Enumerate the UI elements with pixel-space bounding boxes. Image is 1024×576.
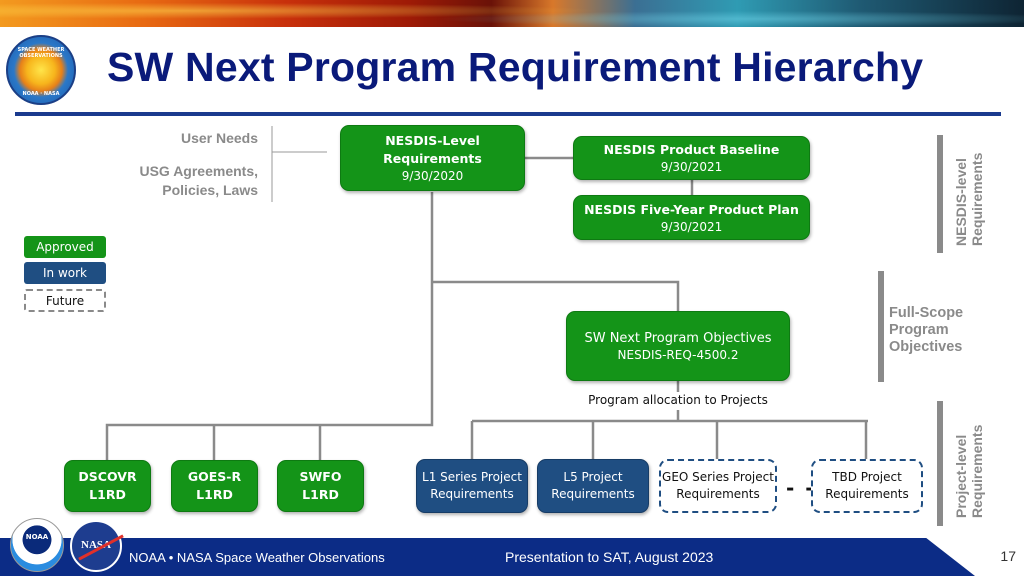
nesdis-level-requirements-node[interactable]: NESDIS-Level Requirements 9/30/2020	[340, 125, 525, 191]
goes-r-l1rd-node[interactable]: GOES-R L1RD	[171, 460, 258, 512]
nesdis-to-objectives-line	[432, 280, 680, 312]
footer-presentation: Presentation to SAT, August 2023	[505, 549, 714, 565]
geo-series-project-requirements-node[interactable]: GEO Series Project Requirements	[659, 459, 777, 513]
program-allocation-label: Program allocation to Projects	[588, 393, 768, 407]
node-title-line-1: GOES-R	[187, 469, 242, 484]
tbd-project-requirements-node[interactable]: TBD Project Requirements	[811, 459, 923, 513]
tier-label-line-1: Full-Scope	[889, 305, 964, 321]
nesdis-tier-bar	[937, 135, 943, 253]
nesdis-to-missions-line	[105, 192, 434, 461]
nasa-logo: NASA	[70, 520, 122, 572]
node-date: 9/30/2020	[401, 169, 464, 183]
node-title-line-2: Requirements	[430, 487, 514, 501]
node-title-line-2: Requirements	[551, 487, 635, 501]
noaa-logo-text: NOAA	[25, 533, 49, 541]
legend-approved: Approved	[24, 236, 106, 258]
tier-label-line-2: Program	[889, 322, 949, 338]
nesdis-product-baseline-node[interactable]: NESDIS Product Baseline 9/30/2021	[573, 136, 810, 180]
node-title-line-1: DSCOVR	[78, 469, 137, 484]
legend-future: Future	[24, 289, 106, 312]
node-date: 9/30/2021	[660, 219, 723, 234]
footer-organization: NOAA • NASA Space Weather Observations	[129, 550, 385, 565]
dscovr-l1rd-node[interactable]: DSCOVR L1RD	[64, 460, 151, 512]
node-title-line-1: SWFO	[299, 469, 342, 484]
node-title-line-1: TBD Project	[832, 470, 902, 484]
full-scope-tier-label: Full-Scope Program Objectives	[889, 305, 963, 356]
node-reference: NESDIS-REQ-4500.2	[617, 347, 739, 362]
node-title-line-2: L1RD	[302, 487, 339, 502]
swfo-l1rd-node[interactable]: SWFO L1RD	[277, 460, 364, 512]
project-tier-bar	[937, 401, 943, 526]
tier-label-line-2: Requirements	[969, 152, 985, 246]
node-title-line-2: L1RD	[196, 487, 233, 502]
l1-series-project-requirements-node[interactable]: L1 Series Project Requirements	[416, 459, 528, 513]
node-title: SW Next Program Objectives	[584, 330, 772, 346]
node-title-line-2: L1RD	[89, 487, 126, 502]
nasa-logo-text: NASA	[81, 539, 111, 551]
node-title-line-2: Requirements	[676, 487, 760, 501]
slide-footer: NOAA • NASA Space Weather Observations P…	[0, 538, 1024, 576]
nesdis-five-year-plan-node[interactable]: NESDIS Five-Year Product Plan 9/30/2021	[573, 195, 810, 240]
node-title-line-2: Requirements	[383, 151, 482, 166]
legend-in-work: In work	[24, 262, 106, 284]
node-title-line-1: NESDIS-Level	[385, 133, 480, 148]
node-title: NESDIS Five-Year Product Plan	[584, 201, 799, 217]
noaa-logo: NOAA	[10, 518, 64, 572]
page-number: 17	[1000, 548, 1016, 564]
sw-next-program-objectives-node[interactable]: SW Next Program Objectives NESDIS-REQ-45…	[566, 311, 790, 381]
node-title: NESDIS Product Baseline	[603, 142, 780, 157]
full-scope-tier-bar	[878, 271, 884, 382]
node-title-line-2: Requirements	[825, 487, 909, 501]
project-tier-label: Project-level Requirements	[953, 425, 985, 518]
tier-label-line-2: Requirements	[969, 424, 985, 518]
node-title-line-1: L5 Project	[563, 470, 623, 484]
nesdis-tier-label: NESDIS-level Requirements	[953, 153, 985, 246]
l5-project-requirements-node[interactable]: L5 Project Requirements	[537, 459, 649, 513]
tier-label-line-3: Objectives	[889, 339, 963, 355]
node-date: 9/30/2021	[660, 160, 723, 174]
tier-label-line-1: NESDIS-level	[953, 158, 969, 246]
node-title-line-1: L1 Series Project	[422, 470, 522, 484]
node-title-line-1: GEO Series Project	[662, 470, 774, 484]
tier-label-line-1: Project-level	[953, 434, 969, 518]
